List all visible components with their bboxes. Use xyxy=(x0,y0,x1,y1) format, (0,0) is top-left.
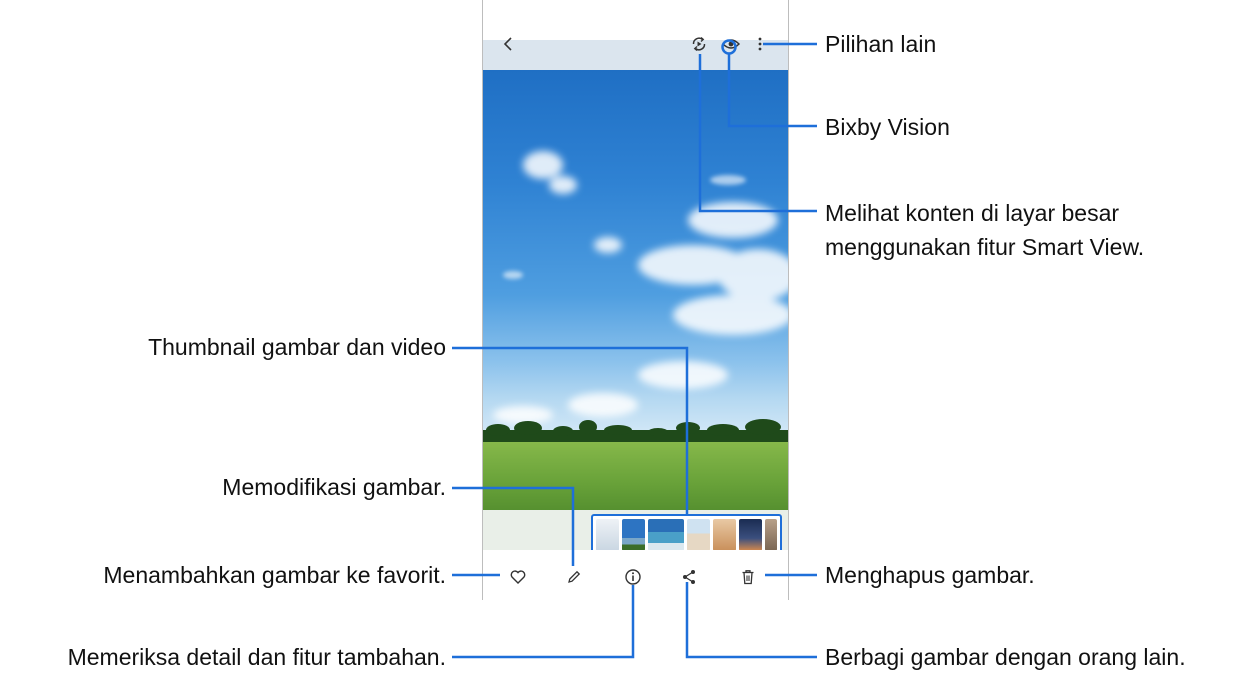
callout-more-options: Pilihan lain xyxy=(825,31,937,57)
callout-share: Berbagi gambar dengan orang lain. xyxy=(825,644,1186,670)
callout-edit: Memodifikasi gambar. xyxy=(222,474,446,500)
callout-delete: Menghapus gambar. xyxy=(825,562,1035,588)
callout-smart-view-line2: menggunakan fitur Smart View. xyxy=(825,234,1145,260)
callout-thumbnails: Thumbnail gambar dan video xyxy=(148,334,446,360)
callout-details: Memeriksa detail dan fitur tambahan. xyxy=(67,644,446,670)
callout-favorite: Menambahkan gambar ke favorit. xyxy=(103,562,446,588)
callout-smart-view-line1: Melihat konten di layar besar xyxy=(825,200,1120,226)
callout-bixby-vision: Bixby Vision xyxy=(825,114,950,140)
